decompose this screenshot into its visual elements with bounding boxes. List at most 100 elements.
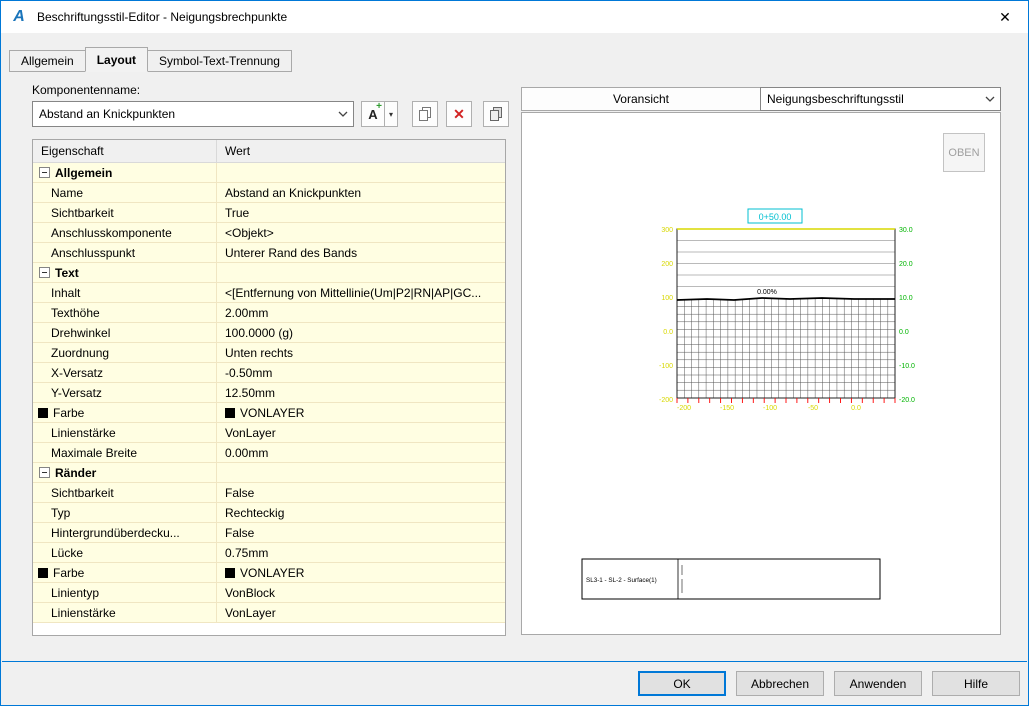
property-value-cell[interactable]: 0.75mm [217,543,505,562]
property-value-cell[interactable]: VonLayer [217,423,505,442]
property-name-cell: Drehwinkel [33,323,217,342]
property-row[interactable]: Zuordnung Unten rechts [33,343,505,363]
property-name-cell: Hintergrundüberdecku... [33,523,217,542]
column-header-wert: Wert [225,144,251,158]
property-value-cell[interactable]: 2.00mm [217,303,505,322]
property-value-cell[interactable]: VONLAYER [217,403,505,422]
property-value-cell[interactable]: True [217,203,505,222]
color-swatch [225,567,235,578]
property-row[interactable]: Linienstärke VonLayer [33,603,505,623]
property-row[interactable]: Anschlusspunkt Unterer Rand des Bands [33,243,505,263]
duplicate-component-button[interactable] [483,101,509,127]
property-row[interactable]: Texthöhe 2.00mm [33,303,505,323]
copy-component-button[interactable] [412,101,438,127]
plus-icon: + [376,101,382,112]
svg-text:-50: -50 [808,405,818,412]
property-name-cell: X-Versatz [33,363,217,382]
grid-header: Eigenschaft Wert [33,140,505,163]
svg-text:0+50.00: 0+50.00 [759,212,792,222]
collapse-icon[interactable] [39,167,50,178]
view-direction-button[interactable]: OBEN [943,133,985,172]
property-value-cell[interactable]: VonLayer [217,603,505,622]
property-value-cell[interactable]: Unterer Rand des Bands [217,243,505,262]
help-button[interactable]: Hilfe [932,671,1020,696]
property-value-cell[interactable] [217,163,505,182]
property-row[interactable]: Linienstärke VonLayer [33,423,505,443]
property-name-cell: Texthöhe [33,303,217,322]
property-value-cell[interactable] [217,263,505,282]
svg-text:-200: -200 [659,397,673,404]
property-name-cell: Allgemein [33,163,217,182]
collapse-icon[interactable] [39,467,50,478]
property-row[interactable]: Sichtbarkeit False [33,483,505,503]
preview-title: Voransicht [521,87,761,111]
property-row[interactable]: Inhalt <[Entfernung von Mittellinie(Um|P2… [33,283,505,303]
window-title: Beschriftungsstil-Editor - Neigungsbrech… [37,10,288,24]
property-value-cell[interactable]: 0.00mm [217,443,505,462]
property-row[interactable]: Lücke 0.75mm [33,543,505,563]
group-row[interactable]: Ränder [33,463,505,483]
svg-text:0.00%: 0.00% [757,289,777,296]
property-row[interactable]: Name Abstand an Knickpunkten [33,183,505,203]
ok-button[interactable]: OK [638,671,726,696]
add-text-component-button[interactable]: A + [361,101,385,127]
cancel-button[interactable]: Abbrechen [736,671,824,696]
property-row[interactable]: Farbe VONLAYER [33,563,505,583]
svg-text:300: 300 [661,227,673,234]
group-row[interactable]: Allgemein [33,163,505,183]
chevron-down-icon [333,111,353,117]
property-value-cell[interactable]: <Objekt> [217,223,505,242]
svg-text:0.0: 0.0 [663,329,673,336]
color-swatch [225,407,235,418]
property-row[interactable]: Hintergrundüberdecku... False [33,523,505,543]
property-name-cell: Ränder [33,463,217,482]
property-value-cell[interactable]: False [217,523,505,542]
group-row[interactable]: Text [33,263,505,283]
property-row[interactable]: Linientyp VonBlock [33,583,505,603]
svg-text:-100: -100 [659,363,673,370]
property-row[interactable]: Drehwinkel 100.0000 (g) [33,323,505,343]
property-value-cell[interactable]: VonBlock [217,583,505,602]
svg-text:-200: -200 [677,405,691,412]
property-row[interactable]: Typ Rechteckig [33,503,505,523]
preview-drawing: 300 200 100 0.0 -100 -200 30.0 20.0 10.0 0.0 -10.0… [581,208,915,600]
tab-layout[interactable]: Layout [84,47,149,72]
property-row[interactable]: Farbe VONLAYER [33,403,505,423]
preview-header: Voransicht Neigungsbeschriftungsstil [521,87,1001,111]
delete-component-button[interactable]: ✕ [446,101,472,127]
property-value-cell[interactable]: <[Entfernung von Mittellinie(Um|P2|RN|AP… [217,283,505,302]
property-value-cell[interactable]: 100.0000 (g) [217,323,505,342]
property-row[interactable]: X-Versatz -0.50mm [33,363,505,383]
svg-text:0.0: 0.0 [899,329,909,336]
component-name-dropdown[interactable]: Abstand an Knickpunkten [32,101,354,127]
property-name-cell: Anschlusskomponente [33,223,217,242]
svg-text:200: 200 [661,261,673,268]
property-value-cell[interactable] [217,463,505,482]
property-value-cell[interactable]: VONLAYER [217,563,505,582]
copy-icon [419,107,431,121]
add-component-dropdown-arrow[interactable]: ▾ [385,101,398,127]
close-icon[interactable]: ✕ [982,1,1028,33]
column-header-eigenschaft: Eigenschaft [33,140,217,162]
property-name-cell: Zuordnung [33,343,217,362]
property-value-cell[interactable]: Unten rechts [217,343,505,362]
tab-symbol-text-trennung[interactable]: Symbol-Text-Trennung [147,50,292,72]
property-value-cell[interactable]: 12.50mm [217,383,505,402]
property-name-cell: Inhalt [33,283,217,302]
property-row[interactable]: Anschlusskomponente <Objekt> [33,223,505,243]
property-name-cell: Sichtbarkeit [33,203,217,222]
property-value-cell[interactable]: False [217,483,505,502]
property-row[interactable]: Y-Versatz 12.50mm [33,383,505,403]
property-value-cell[interactable]: Abstand an Knickpunkten [217,183,505,202]
apply-button[interactable]: Anwenden [834,671,922,696]
preview-style-dropdown[interactable]: Neigungsbeschriftungsstil [760,87,1001,111]
property-row[interactable]: Sichtbarkeit True [33,203,505,223]
tab-allgemein[interactable]: Allgemein [9,50,86,72]
property-name-cell: Text [33,263,217,282]
property-row[interactable]: Maximale Breite 0.00mm [33,443,505,463]
property-value-cell[interactable]: Rechteckig [217,503,505,522]
property-value-cell[interactable]: -0.50mm [217,363,505,382]
collapse-icon[interactable] [39,267,50,278]
grid-rows: Allgemein Name Abstand an Knickpunkten Sich… [33,163,505,623]
svg-text:-100: -100 [763,405,777,412]
